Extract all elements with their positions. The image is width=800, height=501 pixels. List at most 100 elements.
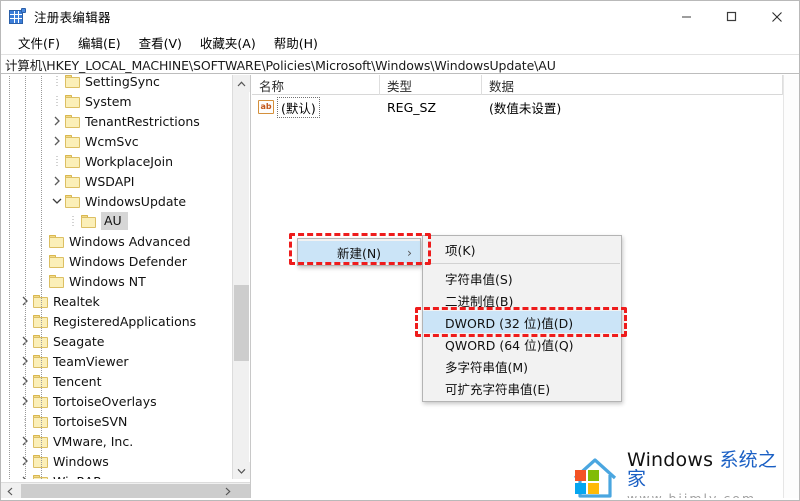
column-header-data[interactable]: 数据 bbox=[482, 75, 783, 95]
tree-guide-line bbox=[9, 75, 10, 479]
ctx-dword-32[interactable]: DWORD (32 位)值(D) bbox=[423, 311, 621, 333]
tree-item[interactable]: RegisteredApplications bbox=[1, 311, 233, 331]
close-button[interactable] bbox=[754, 1, 799, 32]
tree-item[interactable]: SettingSync bbox=[1, 75, 233, 91]
tree-hscroll-thumb[interactable] bbox=[21, 484, 250, 499]
values-column-header: 名称 类型 数据 bbox=[252, 75, 783, 95]
tree-item-label: WorkplaceJoin bbox=[85, 153, 174, 169]
tree-node-list: SettingSync System TenantRestrictions WcmSv… bbox=[1, 75, 233, 479]
registry-editor-window: 注册表编辑器 文件(F) 编辑(E) 查看(V) 收藏夹(A) 帮助(H) 计算… bbox=[0, 0, 800, 501]
ctx-string-value[interactable]: 字符串值(S) bbox=[423, 267, 621, 289]
ctx-key-label: 项(K) bbox=[445, 242, 476, 258]
tree-item[interactable]: WcmSvc bbox=[1, 131, 233, 151]
context-menu-new: 新建(N) › bbox=[297, 238, 421, 266]
tree-item[interactable]: Windows Defender bbox=[1, 251, 233, 271]
tree-item-label: Windows Defender bbox=[69, 253, 187, 269]
tree-item[interactable]: TortoiseSVN bbox=[1, 411, 233, 431]
folder-icon bbox=[65, 194, 80, 208]
menu-edit[interactable]: 编辑(E) bbox=[69, 31, 130, 55]
tree-item-label: Tencent bbox=[53, 373, 102, 389]
watermark-brand: Windows 系统之家 bbox=[627, 450, 795, 491]
tree-item-label: Realtek bbox=[53, 293, 100, 309]
tree-item[interactable]: System bbox=[1, 91, 233, 111]
tree-item[interactable]: Windows NT bbox=[1, 271, 233, 291]
context-menu-item-new[interactable]: 新建(N) › bbox=[298, 241, 420, 263]
menu-favorites[interactable]: 收藏夹(A) bbox=[191, 31, 265, 55]
menu-file[interactable]: 文件(F) bbox=[9, 31, 69, 55]
tree-item[interactable]: WinRAR bbox=[1, 471, 233, 479]
table-row[interactable]: ab (默认) REG_SZ (数值未设置) bbox=[252, 96, 783, 118]
tree-item-label: Windows bbox=[53, 453, 109, 469]
folder-icon bbox=[65, 154, 80, 168]
registry-tree[interactable]: SettingSync System TenantRestrictions WcmSv… bbox=[1, 75, 233, 479]
tree-item-label: WinRAR bbox=[53, 474, 108, 480]
tree-item[interactable]: Seagate bbox=[1, 331, 233, 351]
tree-vertical-scrollbar[interactable] bbox=[232, 75, 250, 479]
tree-item[interactable]: TortoiseOverlays bbox=[1, 391, 233, 411]
tree-item[interactable]: Windows Advanced bbox=[1, 231, 233, 251]
address-bar[interactable]: 计算机\HKEY_LOCAL_MACHINE\SOFTWARE\Policies… bbox=[1, 54, 799, 74]
column-header-type[interactable]: 类型 bbox=[380, 75, 482, 95]
tree-item-label: WindowsUpdate bbox=[85, 193, 187, 209]
tree-item[interactable]: TeamViewer bbox=[1, 351, 233, 371]
tree-guide-line bbox=[25, 75, 26, 479]
tree-item-label: RegisteredApplications bbox=[53, 313, 197, 329]
tree-item-label: System bbox=[85, 93, 132, 109]
ctx-dword-32-label: DWORD (32 位)值(D) bbox=[445, 315, 574, 331]
tree-item-label: VMware, Inc. bbox=[53, 433, 134, 449]
tree-guide-line bbox=[41, 75, 42, 479]
ctx-string-value-label: 字符串值(S) bbox=[445, 271, 513, 287]
tree-item[interactable]: WindowsUpdate bbox=[1, 191, 233, 211]
window-bottom-edge bbox=[1, 498, 799, 500]
folder-icon bbox=[49, 274, 64, 288]
chevron-right-icon[interactable] bbox=[49, 131, 65, 151]
value-type-cell: REG_SZ bbox=[387, 99, 437, 115]
ctx-multi-string-value-label: 多字符串值(M) bbox=[445, 359, 529, 375]
scroll-down-icon[interactable] bbox=[233, 462, 250, 479]
chevron-right-icon: › bbox=[407, 244, 412, 260]
ctx-multi-string-value[interactable]: 多字符串值(M) bbox=[423, 355, 621, 377]
title-bar: 注册表编辑器 bbox=[1, 1, 799, 32]
chevron-right-icon[interactable] bbox=[49, 171, 65, 191]
windows-logo-icon bbox=[567, 457, 621, 499]
tree-item-label: WSDAPI bbox=[85, 173, 135, 189]
tree-item[interactable]: AU bbox=[1, 211, 233, 231]
tree-item[interactable]: Tencent bbox=[1, 371, 233, 391]
minimize-button[interactable] bbox=[664, 1, 709, 32]
tree-item[interactable]: Windows bbox=[1, 451, 233, 471]
value-data-cell: (数值未设置) bbox=[489, 100, 562, 116]
tree-item[interactable]: TenantRestrictions bbox=[1, 111, 233, 131]
maximize-button[interactable] bbox=[709, 1, 754, 32]
tree-item-label: Windows NT bbox=[69, 273, 146, 289]
ctx-qword-64[interactable]: QWORD (64 位)值(Q) bbox=[423, 333, 621, 355]
chevron-right-icon[interactable] bbox=[49, 111, 65, 131]
tree-guide-line bbox=[65, 211, 81, 231]
folder-icon bbox=[65, 114, 80, 128]
tree-item-label: TortoiseSVN bbox=[53, 413, 128, 429]
tree-item[interactable]: VMware, Inc. bbox=[1, 431, 233, 451]
watermark: Windows 系统之家 www.bjjmlv.com bbox=[567, 450, 795, 500]
tree-item[interactable]: WSDAPI bbox=[1, 171, 233, 191]
registry-tree-pane: SettingSync System TenantRestrictions WcmSv… bbox=[1, 75, 251, 500]
folder-icon bbox=[65, 75, 80, 88]
ctx-qword-64-label: QWORD (64 位)值(Q) bbox=[445, 337, 574, 353]
ctx-binary-value-label: 二进制值(B) bbox=[445, 293, 514, 309]
window-controls bbox=[664, 1, 799, 32]
column-header-name[interactable]: 名称 bbox=[252, 75, 380, 95]
scroll-up-icon[interactable] bbox=[233, 75, 250, 92]
ctx-expandable-string[interactable]: 可扩充字符串值(E) bbox=[423, 377, 621, 399]
values-vertical-scrollbar[interactable] bbox=[783, 75, 799, 500]
tree-item-label: Windows Advanced bbox=[69, 233, 191, 249]
ctx-key[interactable]: 项(K) bbox=[423, 238, 621, 260]
menu-help[interactable]: 帮助(H) bbox=[265, 31, 327, 55]
menu-separator bbox=[424, 263, 620, 264]
tree-item-label: AU bbox=[101, 212, 128, 230]
tree-scroll-thumb[interactable] bbox=[234, 285, 249, 361]
folder-icon bbox=[65, 134, 80, 148]
chevron-down-icon[interactable] bbox=[49, 191, 65, 211]
menu-view[interactable]: 查看(V) bbox=[130, 31, 191, 55]
tree-item[interactable]: Realtek bbox=[1, 291, 233, 311]
ctx-binary-value[interactable]: 二进制值(B) bbox=[423, 289, 621, 311]
tree-item[interactable]: WorkplaceJoin bbox=[1, 151, 233, 171]
value-name-cell: ab (默认) bbox=[252, 96, 380, 118]
